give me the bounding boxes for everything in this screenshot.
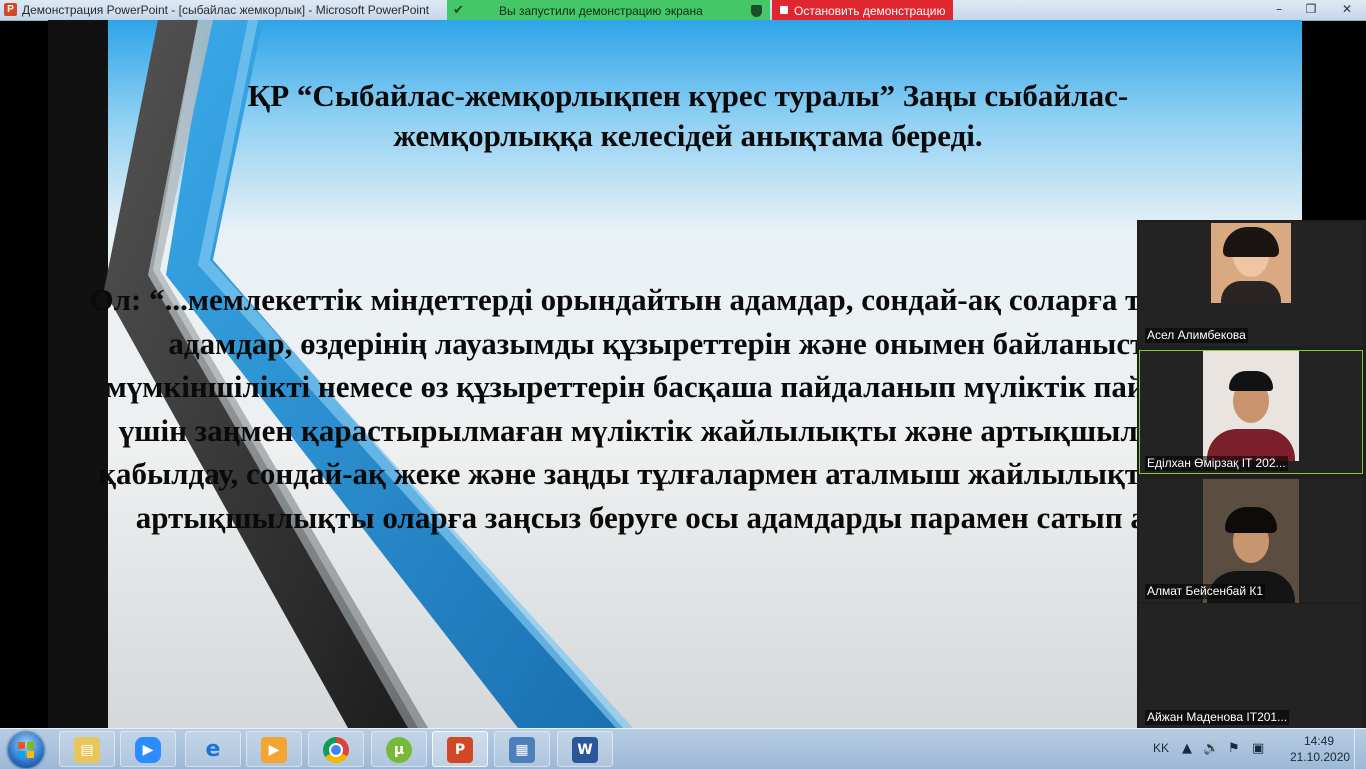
- taskbar-word-button[interactable]: W: [557, 731, 613, 767]
- powerpoint-icon: P: [4, 3, 17, 16]
- network-icon[interactable]: ▣: [1252, 741, 1264, 757]
- participant-tile[interactable]: Алмат Бейсенбай К1: [1139, 478, 1363, 603]
- show-desktop-button[interactable]: [1354, 729, 1366, 769]
- language-indicator[interactable]: KK: [1153, 740, 1169, 756]
- slide-body-text: Ол: “...мемлекеттік міндеттерді орындайт…: [89, 282, 1249, 535]
- share-status-text: Вы запустили демонстрацию экрана: [499, 4, 703, 18]
- control-panel-icon: ▦: [509, 737, 535, 763]
- minimize-icon[interactable]: –: [1266, 1, 1292, 17]
- clock-time[interactable]: 14:49: [1294, 734, 1344, 749]
- participant-video: [1211, 223, 1291, 303]
- participant-tile-active[interactable]: Еділхан Өмірзақ IT 202...: [1139, 350, 1363, 474]
- volume-icon[interactable]: 🔊: [1203, 741, 1219, 757]
- window-title: Демонстрация PowerPoint - [сыбайлас жемк…: [22, 3, 430, 17]
- shield-icon: [751, 5, 762, 17]
- taskbar-utorrent-button[interactable]: µ: [371, 731, 427, 767]
- close-icon[interactable]: ✕: [1334, 1, 1360, 17]
- start-button[interactable]: [8, 732, 44, 768]
- stop-icon: [780, 6, 788, 14]
- slide-canvas: ҚР “Сыбайлас-жемқорлықпен күрес туралы” …: [48, 20, 1302, 728]
- participant-name: Асел Алимбекова: [1145, 328, 1248, 343]
- slide-title: ҚР “Сыбайлас-жемқорлықпен күрес туралы” …: [247, 78, 1129, 153]
- stop-share-label: Остановить демонстрацию: [794, 4, 946, 18]
- participant-name: Айжан Маденова IT201...: [1145, 710, 1290, 725]
- participants-panel[interactable]: Асел Алимбекова Еділхан Өмірзақ IT 202..…: [1137, 220, 1366, 728]
- zoom-icon: ▶: [135, 737, 161, 763]
- taskbar-chrome-button[interactable]: [308, 731, 364, 767]
- ie-icon: e: [205, 737, 221, 762]
- taskbar-explorer-button[interactable]: ▤: [59, 731, 115, 767]
- taskbar-powerpoint-button[interactable]: P: [432, 731, 488, 767]
- stop-share-button[interactable]: Остановить демонстрацию: [772, 0, 953, 22]
- chevron-icon[interactable]: ✔: [453, 2, 464, 20]
- participant-tile[interactable]: Асел Алимбекова: [1139, 222, 1363, 346]
- windows-flag-icon: [18, 742, 34, 758]
- tray-expand-icon[interactable]: ▲: [1182, 741, 1192, 757]
- taskbar: ▤ ▶ e ▶ µ P ▦ W KK ▲ 🔊 ⚑ ▣ 14:49 21.10.2…: [0, 728, 1366, 769]
- action-center-flag-icon[interactable]: ⚑: [1228, 741, 1240, 757]
- participant-name: Алмат Бейсенбай К1: [1145, 584, 1266, 599]
- taskbar-media-button[interactable]: ▶: [246, 731, 302, 767]
- utorrent-icon: µ: [386, 737, 412, 763]
- folder-icon: ▤: [74, 737, 100, 763]
- chrome-icon: [323, 737, 349, 763]
- taskbar-ie-button[interactable]: e: [185, 731, 241, 767]
- taskbar-control-panel-button[interactable]: ▦: [494, 731, 550, 767]
- participant-name: Еділхан Өмірзақ IT 202...: [1145, 456, 1288, 471]
- taskbar-zoom-button[interactable]: ▶: [120, 731, 176, 767]
- powerpoint-icon: P: [447, 737, 473, 763]
- restore-icon[interactable]: ❐: [1298, 1, 1324, 17]
- word-icon: W: [572, 737, 598, 763]
- participant-video: [1203, 351, 1299, 461]
- participant-tile[interactable]: Айжан Маденова IT201...: [1139, 604, 1363, 728]
- clock-date[interactable]: 21.10.2020: [1290, 750, 1350, 765]
- media-icon: ▶: [261, 737, 287, 763]
